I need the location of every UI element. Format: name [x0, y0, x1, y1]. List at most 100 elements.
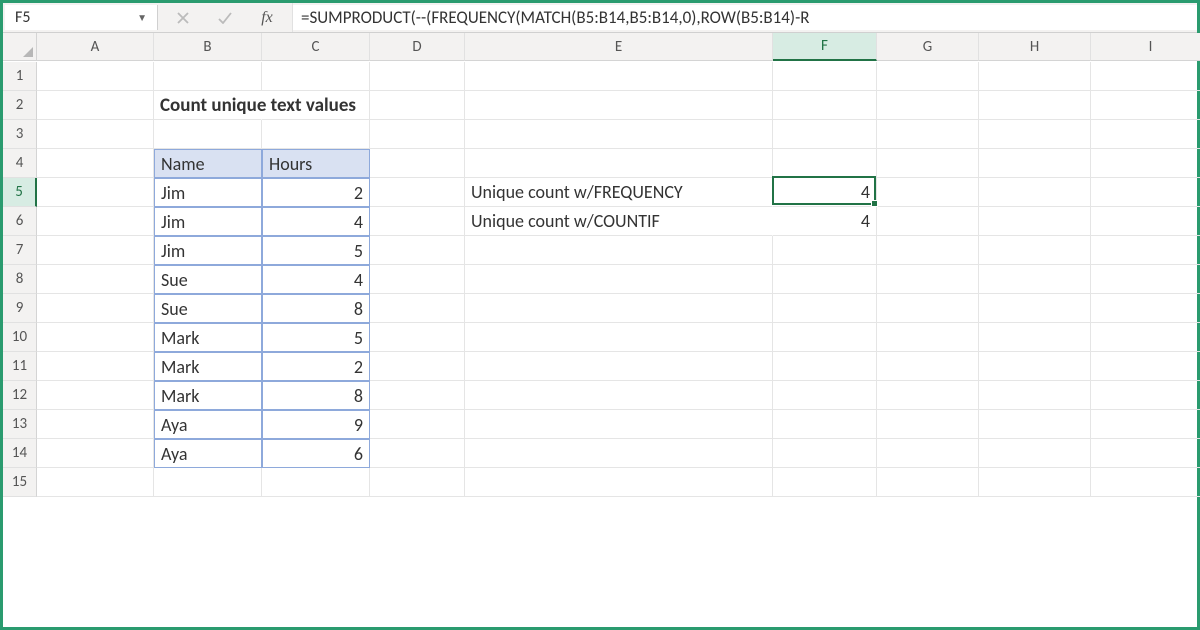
cell-H15[interactable] [979, 468, 1091, 497]
cell-D2[interactable] [370, 91, 465, 120]
enter-icon[interactable] [216, 9, 234, 27]
cell-D14[interactable] [370, 439, 465, 468]
cell-D11[interactable] [370, 352, 465, 381]
column-header-H[interactable]: H [979, 33, 1091, 61]
cell-C4[interactable]: Hours [262, 149, 370, 178]
cell-G1[interactable] [877, 62, 979, 91]
cell-F15[interactable] [773, 468, 877, 497]
cell-A14[interactable] [37, 439, 154, 468]
cell-H3[interactable] [979, 120, 1091, 149]
cell-E9[interactable] [465, 294, 773, 323]
name-box[interactable]: F5 ▼ [5, 5, 158, 30]
cell-F10[interactable] [773, 323, 877, 352]
cell-A15[interactable] [37, 468, 154, 497]
worksheet-grid[interactable]: ABCDEFGHI12Count unique text values34Nam… [3, 33, 1197, 497]
column-header-F[interactable]: F [773, 33, 877, 61]
cell-H6[interactable] [979, 207, 1091, 236]
row-header-10[interactable]: 10 [3, 323, 37, 352]
cell-H11[interactable] [979, 352, 1091, 381]
insert-function-icon[interactable]: fx [258, 9, 276, 27]
cell-G11[interactable] [877, 352, 979, 381]
cell-H9[interactable] [979, 294, 1091, 323]
cell-B3[interactable] [154, 120, 262, 149]
cell-F11[interactable] [773, 352, 877, 381]
cell-B1[interactable] [154, 62, 262, 91]
cell-E3[interactable] [465, 120, 773, 149]
cell-F8[interactable] [773, 265, 877, 294]
cell-G15[interactable] [877, 468, 979, 497]
cell-D4[interactable] [370, 149, 465, 178]
cell-I7[interactable] [1091, 236, 1200, 265]
cell-C1[interactable] [262, 62, 370, 91]
cell-A11[interactable] [37, 352, 154, 381]
cell-B8[interactable]: Sue [154, 265, 262, 294]
cell-A10[interactable] [37, 323, 154, 352]
cell-H5[interactable] [979, 178, 1091, 207]
select-all-corner[interactable] [3, 33, 37, 61]
cancel-icon[interactable] [174, 9, 192, 27]
cell-B15[interactable] [154, 468, 262, 497]
cell-C14[interactable]: 6 [262, 439, 370, 468]
cell-G6[interactable] [877, 207, 979, 236]
cell-G14[interactable] [877, 439, 979, 468]
row-header-15[interactable]: 15 [3, 468, 37, 497]
cell-E15[interactable] [465, 468, 773, 497]
cell-G12[interactable] [877, 381, 979, 410]
cell-H12[interactable] [979, 381, 1091, 410]
cell-E10[interactable] [465, 323, 773, 352]
cell-C12[interactable]: 8 [262, 381, 370, 410]
cell-A2[interactable] [37, 91, 154, 120]
cell-D8[interactable] [370, 265, 465, 294]
cell-G7[interactable] [877, 236, 979, 265]
cell-C15[interactable] [262, 468, 370, 497]
cell-E5[interactable]: Unique count w/FREQUENCY [465, 178, 773, 207]
column-header-G[interactable]: G [877, 33, 979, 61]
cell-E14[interactable] [465, 439, 773, 468]
cell-F4[interactable] [773, 149, 877, 178]
row-header-4[interactable]: 4 [3, 149, 37, 178]
cell-B6[interactable]: Jim [154, 207, 262, 236]
cell-A8[interactable] [37, 265, 154, 294]
cell-G3[interactable] [877, 120, 979, 149]
row-header-2[interactable]: 2 [3, 91, 37, 120]
row-header-12[interactable]: 12 [3, 381, 37, 410]
column-header-A[interactable]: A [37, 33, 154, 61]
cell-G10[interactable] [877, 323, 979, 352]
cell-A9[interactable] [37, 294, 154, 323]
row-header-3[interactable]: 3 [3, 120, 37, 149]
column-header-C[interactable]: C [262, 33, 370, 61]
cell-A12[interactable] [37, 381, 154, 410]
cell-E2[interactable] [465, 91, 773, 120]
cell-I14[interactable] [1091, 439, 1200, 468]
cell-F14[interactable] [773, 439, 877, 468]
row-header-14[interactable]: 14 [3, 439, 37, 468]
row-header-8[interactable]: 8 [3, 265, 37, 294]
cell-I2[interactable] [1091, 91, 1200, 120]
cell-C6[interactable]: 4 [262, 207, 370, 236]
cell-A13[interactable] [37, 410, 154, 439]
cell-C10[interactable]: 5 [262, 323, 370, 352]
cell-E12[interactable] [465, 381, 773, 410]
cell-H10[interactable] [979, 323, 1091, 352]
cell-G5[interactable] [877, 178, 979, 207]
row-header-5[interactable]: 5 [3, 178, 37, 207]
cell-D3[interactable] [370, 120, 465, 149]
cell-I1[interactable] [1091, 62, 1200, 91]
cell-B13[interactable]: Aya [154, 410, 262, 439]
cell-A7[interactable] [37, 236, 154, 265]
cell-H2[interactable] [979, 91, 1091, 120]
cell-B12[interactable]: Mark [154, 381, 262, 410]
cell-I6[interactable] [1091, 207, 1200, 236]
cell-F2[interactable] [773, 91, 877, 120]
column-header-I[interactable]: I [1091, 33, 1200, 61]
cell-B9[interactable]: Sue [154, 294, 262, 323]
row-header-6[interactable]: 6 [3, 207, 37, 236]
cell-H4[interactable] [979, 149, 1091, 178]
cell-B11[interactable]: Mark [154, 352, 262, 381]
cell-C3[interactable] [262, 120, 370, 149]
cell-F13[interactable] [773, 410, 877, 439]
cell-I8[interactable] [1091, 265, 1200, 294]
cell-E1[interactable] [465, 62, 773, 91]
cell-C9[interactable]: 8 [262, 294, 370, 323]
cell-D7[interactable] [370, 236, 465, 265]
